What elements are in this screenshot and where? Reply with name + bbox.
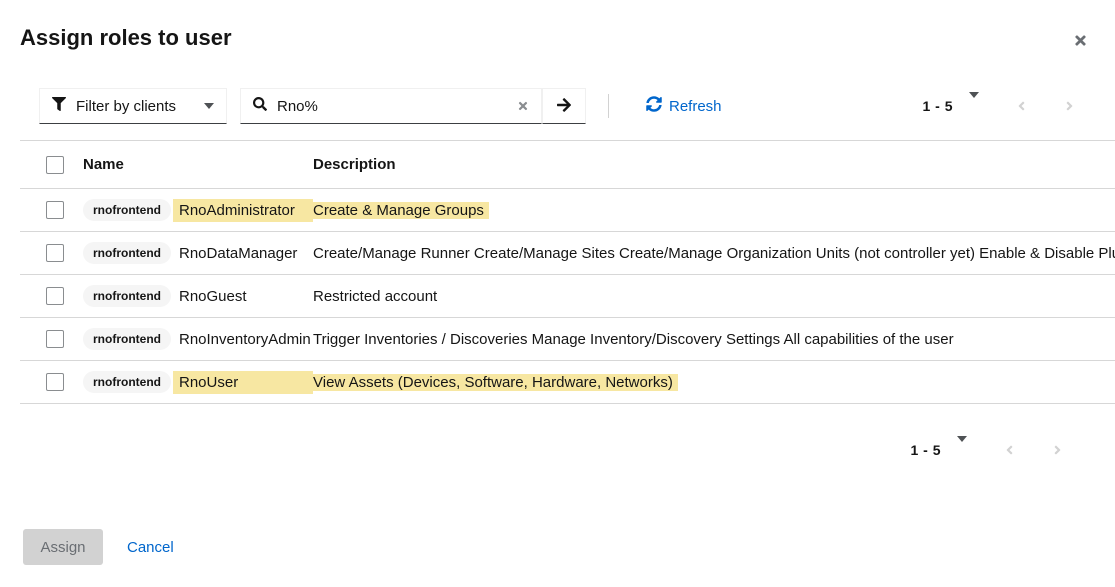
toolbar-divider bbox=[608, 94, 609, 118]
pagination-range: 1 - 5 bbox=[922, 98, 953, 114]
table-row: rnofrontend RnoInventoryAdmin Trigger In… bbox=[20, 318, 1115, 361]
search-input[interactable] bbox=[275, 97, 515, 116]
role-description: Create & Manage Groups bbox=[313, 202, 489, 219]
row-checkbox[interactable] bbox=[46, 330, 64, 348]
role-description: Create/Manage Runner Create/Manage Sites… bbox=[313, 245, 1115, 262]
pagination-top: 1 - 5 bbox=[922, 98, 1075, 114]
client-badge: rnofrontend bbox=[83, 199, 171, 221]
role-name: RnoDataManager bbox=[179, 245, 313, 262]
role-name: RnoGuest bbox=[179, 288, 313, 305]
pagination-bottom: 1 - 5 bbox=[910, 442, 1063, 458]
close-icon bbox=[1073, 36, 1088, 51]
chevron-down-icon bbox=[204, 103, 214, 109]
chevron-down-icon bbox=[957, 436, 967, 457]
row-checkbox[interactable] bbox=[46, 373, 64, 391]
previous-page-button[interactable] bbox=[1016, 99, 1027, 113]
clear-icon bbox=[517, 100, 529, 115]
row-checkbox[interactable] bbox=[46, 287, 64, 305]
role-name: RnoUser bbox=[173, 371, 313, 394]
assign-button[interactable]: Assign bbox=[23, 529, 103, 565]
cancel-button[interactable]: Cancel bbox=[127, 539, 174, 556]
role-description: Trigger Inventories / Discoveries Manage… bbox=[313, 331, 954, 348]
client-badge: rnofrontend bbox=[83, 371, 171, 393]
chevron-left-icon bbox=[1016, 101, 1027, 116]
submit-search-button[interactable] bbox=[542, 88, 586, 124]
row-checkbox[interactable] bbox=[46, 244, 64, 262]
role-description: View Assets (Devices, Software, Hardware… bbox=[313, 374, 678, 391]
role-description: Restricted account bbox=[313, 288, 437, 305]
client-badge: rnofrontend bbox=[83, 242, 171, 264]
chevron-down-icon bbox=[969, 92, 979, 113]
table-header-row: Name Description bbox=[20, 141, 1115, 189]
previous-page-button[interactable] bbox=[1004, 443, 1015, 457]
client-badge: rnofrontend bbox=[83, 285, 171, 307]
row-checkbox[interactable] bbox=[46, 201, 64, 219]
refresh-icon bbox=[646, 96, 662, 116]
filter-icon bbox=[52, 97, 66, 116]
toolbar: Filter by clients Refresh 1 - bbox=[39, 88, 1115, 124]
select-all-checkbox[interactable] bbox=[46, 156, 64, 174]
table-row: rnofrontend RnoDataManager Create/Manage… bbox=[20, 232, 1115, 275]
modal-footer: Assign Cancel bbox=[23, 529, 174, 565]
close-button[interactable] bbox=[1071, 31, 1090, 50]
table-row: rnofrontend RnoGuest Restricted account bbox=[20, 275, 1115, 318]
chevron-right-icon bbox=[1052, 445, 1063, 460]
search-icon bbox=[253, 97, 267, 116]
clear-search-button[interactable] bbox=[515, 100, 531, 112]
client-badge: rnofrontend bbox=[83, 328, 171, 350]
column-header-name: Name bbox=[83, 156, 124, 173]
role-name: RnoInventoryAdmin bbox=[179, 331, 313, 348]
roles-table: Name Description rnofrontend RnoAdminist… bbox=[20, 140, 1115, 404]
arrow-right-icon bbox=[556, 97, 572, 116]
chevron-right-icon bbox=[1064, 101, 1075, 116]
search-field-wrap bbox=[240, 88, 542, 124]
page-title: Assign roles to user bbox=[20, 25, 232, 51]
role-name: RnoAdministrator bbox=[173, 199, 313, 222]
filter-dropdown-label: Filter by clients bbox=[76, 98, 204, 115]
column-header-description: Description bbox=[313, 156, 396, 173]
table-row: rnofrontend RnoAdministrator Create & Ma… bbox=[20, 189, 1115, 232]
next-page-button[interactable] bbox=[1064, 99, 1075, 113]
table-row: rnofrontend RnoUser View Assets (Devices… bbox=[20, 361, 1115, 404]
pagination-range: 1 - 5 bbox=[910, 442, 941, 458]
refresh-button[interactable]: Refresh bbox=[646, 96, 722, 116]
refresh-label: Refresh bbox=[669, 98, 722, 115]
next-page-button[interactable] bbox=[1052, 443, 1063, 457]
search-group bbox=[240, 88, 586, 124]
chevron-left-icon bbox=[1004, 445, 1015, 460]
filter-by-clients-dropdown[interactable]: Filter by clients bbox=[39, 88, 227, 124]
